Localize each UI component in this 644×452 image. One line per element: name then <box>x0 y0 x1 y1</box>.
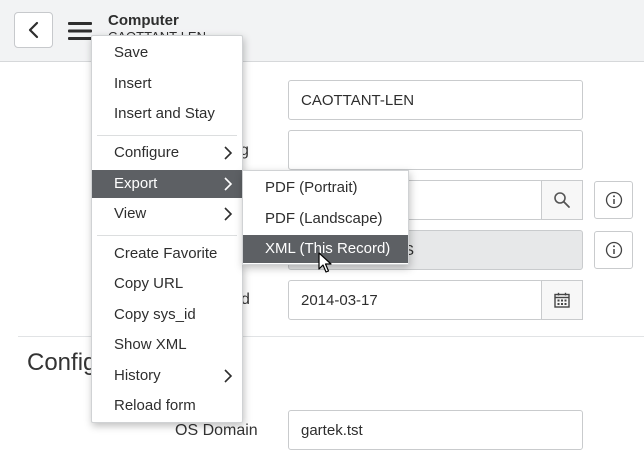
menu-item-copy-url[interactable]: Copy URL <box>92 270 242 298</box>
back-button[interactable] <box>14 12 53 48</box>
form-context-menu: Save Insert Insert and Stay Configure Ex… <box>91 35 243 423</box>
name-field[interactable]: CAOTTANT-LEN <box>288 80 583 120</box>
menu-item-reload-form[interactable]: Reload form <box>92 392 242 420</box>
menu-item-create-favorite[interactable]: Create Favorite <box>92 240 242 268</box>
chevron-left-icon <box>28 21 38 39</box>
menu-item-export[interactable]: Export <box>92 170 242 198</box>
menu-item-label: Export <box>114 175 158 192</box>
menu-item-copy-sys-id[interactable]: Copy sys_id <box>92 301 242 329</box>
chevron-right-icon <box>224 207 233 221</box>
asset-tag-field[interactable] <box>288 130 583 170</box>
os-domain-label: OS Domain <box>175 422 258 439</box>
info-icon <box>605 191 622 209</box>
os-domain-field[interactable]: gartek.tst <box>288 410 583 450</box>
menu-item-label: History <box>114 367 161 384</box>
export-submenu: PDF (Portrait) PDF (Landscape) XML (This… <box>242 170 409 265</box>
menu-item-label: View <box>114 205 147 222</box>
menu-separator <box>97 235 237 236</box>
date-field[interactable]: 2014-03-17 <box>288 280 543 320</box>
menu-item-history[interactable]: History <box>92 362 242 390</box>
menu-item-view[interactable]: View <box>92 200 242 228</box>
menu-item-configure[interactable]: Configure <box>92 139 242 167</box>
menu-separator <box>97 135 237 136</box>
chevron-right-icon <box>224 177 233 191</box>
search-icon <box>554 192 570 208</box>
record-type-title: Computer <box>108 12 179 29</box>
menu-item-show-xml[interactable]: Show XML <box>92 331 242 359</box>
chevron-right-icon <box>224 369 233 383</box>
lookup-button[interactable] <box>541 180 583 220</box>
menu-item-insert[interactable]: Insert <box>92 70 242 98</box>
menu-item-save[interactable]: Save <box>92 39 242 67</box>
info-icon <box>605 241 622 259</box>
chevron-right-icon <box>224 146 233 160</box>
mouse-cursor-icon <box>318 252 332 273</box>
submenu-item-pdf-portrait[interactable]: PDF (Portrait) <box>243 174 408 202</box>
reference-info-button[interactable] <box>594 181 633 219</box>
calendar-button[interactable] <box>541 280 583 320</box>
submenu-item-pdf-landscape[interactable]: PDF (Landscape) <box>243 205 408 233</box>
menu-item-insert-and-stay[interactable]: Insert and Stay <box>92 100 242 128</box>
hamburger-icon[interactable] <box>66 19 94 43</box>
calendar-icon <box>554 292 570 308</box>
readonly-info-button[interactable] <box>594 231 633 269</box>
menu-item-label: Configure <box>114 144 180 161</box>
